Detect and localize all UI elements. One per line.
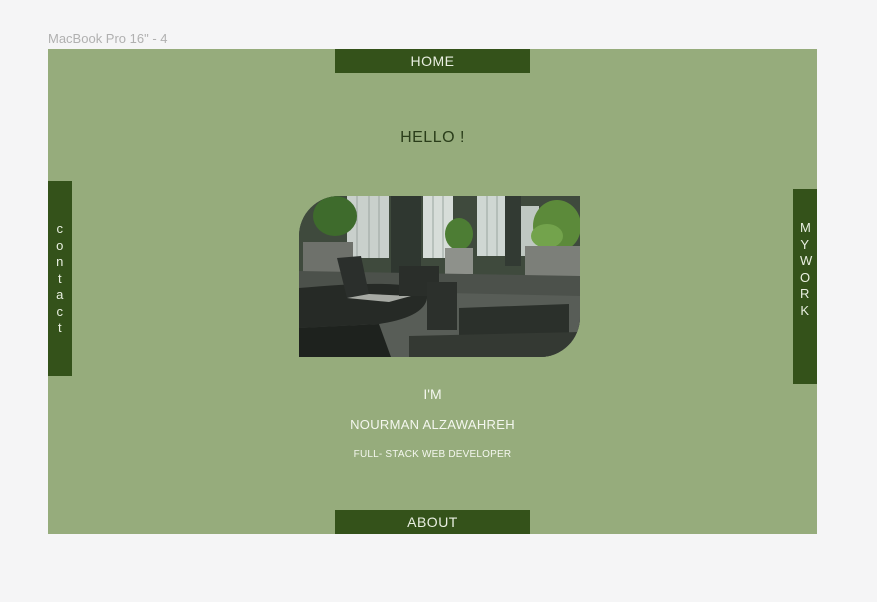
contact-nav-button[interactable]: contact [48, 181, 72, 376]
my-work-nav-button[interactable]: MY WORK [793, 189, 817, 384]
about-nav-button[interactable]: ABOUT [335, 510, 530, 534]
developer-role: FULL- STACK WEB DEVELOPER [353, 449, 512, 460]
office-workspace-image [299, 196, 580, 357]
intro-label: I'M [423, 386, 442, 402]
contact-nav-label: contact [56, 221, 64, 335]
home-nav-button[interactable]: HOME [335, 49, 530, 73]
greeting-heading: HELLO ! [400, 129, 465, 146]
home-nav-label: HOME [410, 53, 455, 69]
portfolio-frame: HOME HELLO ! contact MY WORK I'M NOURMAN… [48, 49, 817, 534]
developer-name: NOURMAN ALZAWAHREH [350, 417, 515, 432]
frame-title: MacBook Pro 16" - 4 [48, 31, 168, 46]
about-nav-label: ABOUT [407, 514, 458, 530]
my-work-nav-label: MY WORK [800, 220, 814, 318]
